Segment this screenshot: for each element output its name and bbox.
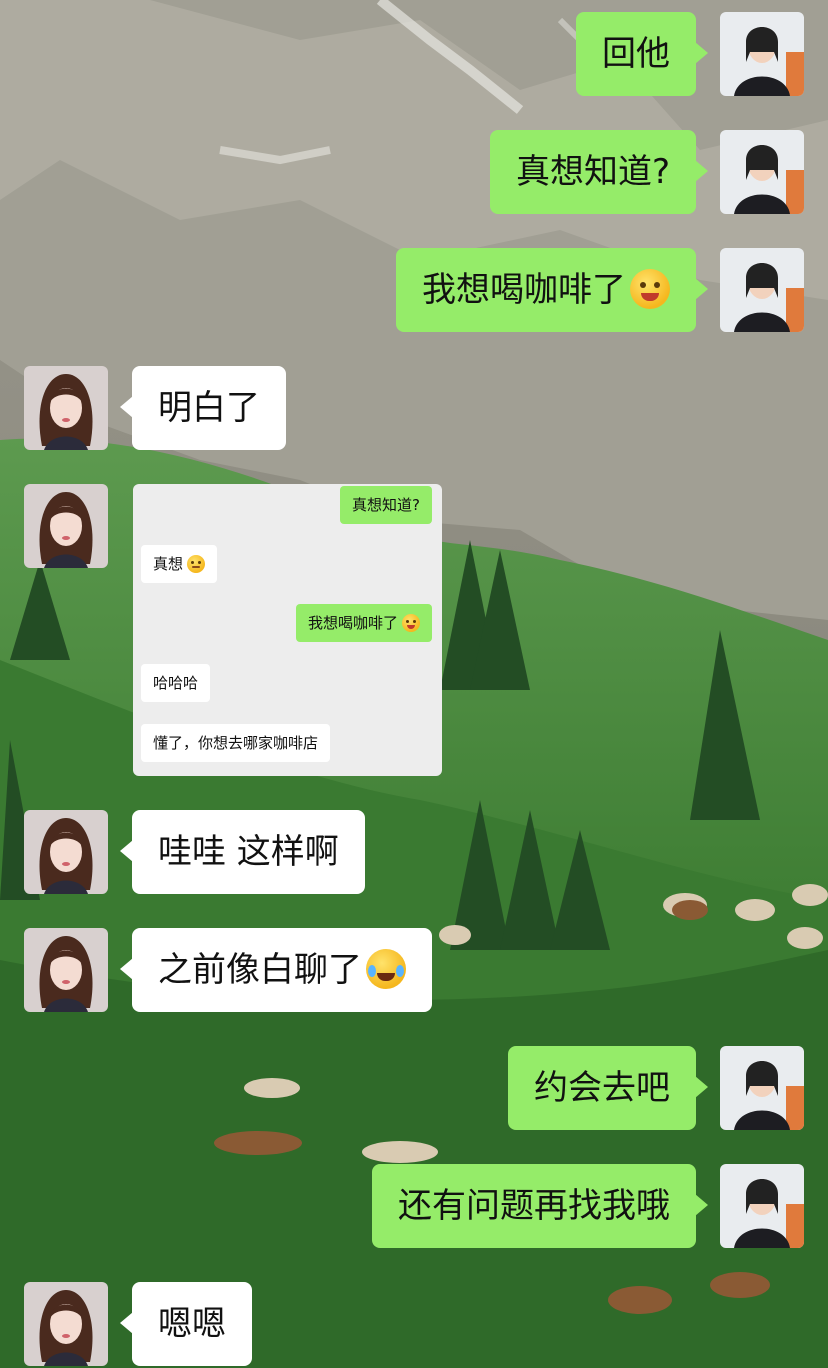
message-text: 约会去吧 (534, 1068, 670, 1108)
sent-message-bubble[interactable]: 回他 (576, 12, 708, 96)
screenshot-message-text: 真想 (153, 555, 184, 573)
self-avatar[interactable] (720, 130, 804, 214)
message-row: 回他 (0, 12, 828, 96)
message-text: 我想喝咖啡了 (422, 270, 626, 310)
screenshot-received-bubble: 懂了，你想去哪家咖啡店 (141, 724, 331, 762)
drooling-face-icon (630, 268, 670, 309)
received-message-bubble[interactable]: 明白了 (120, 366, 286, 450)
contact-avatar[interactable] (24, 484, 108, 568)
sent-message-bubble[interactable]: 还有问题再找我哦 (372, 1164, 708, 1248)
contact-avatar[interactable] (24, 810, 108, 894)
received-message-bubble[interactable]: 哇哇 这样啊 (120, 810, 365, 894)
sent-message-bubble[interactable]: 我想喝咖啡了 (396, 248, 708, 332)
message-text: 之前像白聊了 (158, 950, 362, 990)
message-row: 我想喝咖啡了 (0, 248, 828, 332)
message-row: 嗯嗯 (0, 1282, 828, 1366)
crying-laughing-face-icon (366, 948, 406, 989)
screenshot-message-text: 我想喝咖啡了 (307, 614, 398, 632)
message-text: 明白了 (158, 388, 260, 428)
screenshot-message-text: 哈哈哈 (153, 674, 199, 692)
chat-screenshot-image[interactable]: 真想知道? 真想 我想喝咖啡了 哈哈哈 懂了，你想去哪家咖啡店 (133, 484, 442, 776)
screenshot-message-text: 懂了，你想去哪家咖啡店 (153, 734, 319, 752)
screenshot-sent-bubble: 真想知道? (340, 486, 432, 524)
message-row: 真想知道? (0, 130, 828, 214)
contact-avatar[interactable] (24, 366, 108, 450)
self-avatar[interactable] (720, 1046, 804, 1130)
contact-avatar[interactable] (24, 928, 108, 1012)
received-message-bubble[interactable]: 嗯嗯 (120, 1282, 252, 1366)
received-message-bubble[interactable]: 之前像白聊了 (120, 928, 432, 1012)
message-row: 还有问题再找我哦 (0, 1164, 828, 1248)
message-text: 嗯嗯 (158, 1304, 226, 1344)
self-avatar[interactable] (720, 1164, 804, 1248)
message-row: 约会去吧 (0, 1046, 828, 1130)
self-avatar[interactable] (720, 248, 804, 332)
contact-avatar[interactable] (24, 1282, 108, 1366)
message-text: 真想知道? (515, 152, 670, 192)
screenshot-received-bubble: 真想 (141, 545, 218, 583)
screenshot-message-text: 真想知道? (352, 496, 420, 514)
sent-message-bubble[interactable]: 真想知道? (489, 130, 709, 214)
message-text: 还有问题再找我哦 (398, 1186, 670, 1226)
sent-message-bubble[interactable]: 约会去吧 (508, 1046, 708, 1130)
self-avatar[interactable] (720, 12, 804, 96)
screenshot-sent-bubble: 我想喝咖啡了 (295, 604, 432, 642)
message-row: 明白了 (0, 366, 828, 450)
message-row: 之前像白聊了 (0, 928, 828, 1012)
screenshot-received-bubble: 哈哈哈 (141, 664, 211, 702)
message-text: 哇哇 这样啊 (158, 832, 339, 872)
blushing-face-icon (187, 554, 206, 573)
drooling-face-icon (402, 613, 420, 632)
message-row: 哇哇 这样啊 (0, 810, 828, 894)
message-text: 回他 (602, 34, 670, 74)
